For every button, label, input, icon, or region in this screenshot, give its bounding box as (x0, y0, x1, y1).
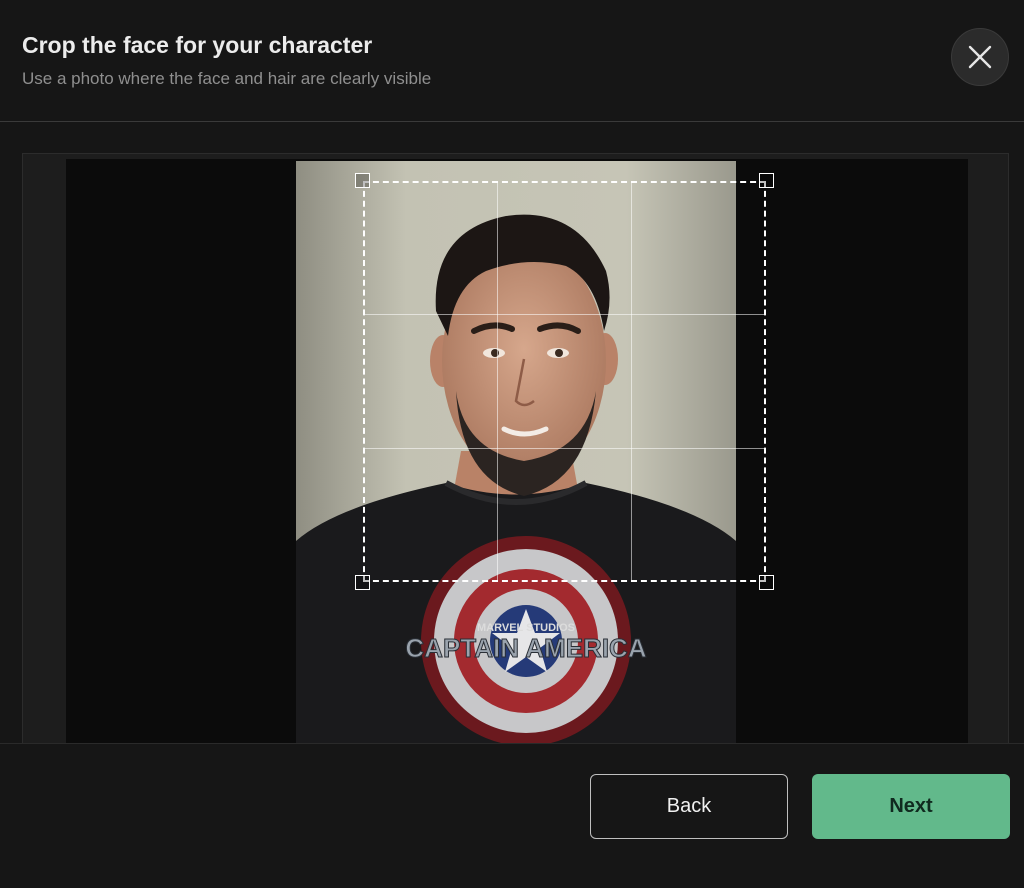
crop-stage: MARVEL STUDIOS CAPTAIN AMERICA (22, 153, 1009, 743)
crop-grid-line (363, 314, 766, 315)
crop-handle-bottom-right[interactable] (759, 575, 774, 590)
crop-handle-top-left[interactable] (355, 173, 370, 188)
crop-handle-top-right[interactable] (759, 173, 774, 188)
crop-grid-line (497, 181, 498, 582)
crop-border (363, 181, 766, 582)
modal-footer: Back Next (0, 743, 1024, 888)
crop-grid-line (363, 448, 766, 449)
close-button[interactable] (951, 28, 1009, 86)
modal-header: Crop the face for your character Use a p… (0, 0, 1024, 122)
crop-selection-box[interactable] (355, 173, 774, 590)
modal-subtitle: Use a photo where the face and hair are … (22, 69, 432, 88)
back-button[interactable]: Back (590, 774, 788, 839)
close-icon (968, 45, 992, 69)
shirt-logo-text: CAPTAIN AMERICA (405, 633, 646, 663)
modal-title: Crop the face for your character (22, 32, 373, 58)
crop-grid-line (631, 181, 632, 582)
crop-canvas: MARVEL STUDIOS CAPTAIN AMERICA (66, 159, 968, 743)
next-button[interactable]: Next (812, 774, 1010, 839)
crop-handle-bottom-left[interactable] (355, 575, 370, 590)
